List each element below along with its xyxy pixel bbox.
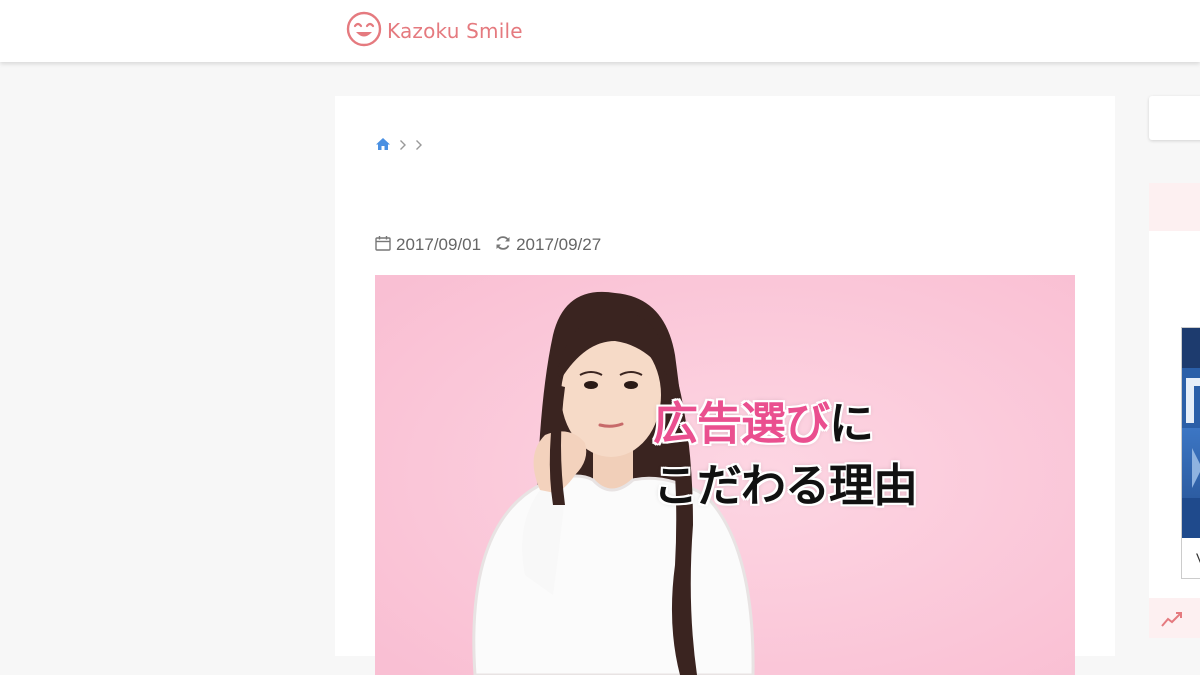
headline-line-1: 広告選びに [653, 393, 917, 455]
chevron-right-icon [399, 136, 407, 155]
banner-graphic [1182, 328, 1200, 538]
smile-logo-icon [346, 11, 382, 51]
headline-line-2: こだわる理由 [653, 459, 918, 512]
featured-image: 広告選びに こだわる理由 [375, 275, 1075, 675]
sidebar-widget-header [1149, 183, 1200, 231]
breadcrumb [375, 136, 423, 154]
sidebar-banner[interactable]: V [1181, 327, 1200, 579]
updated-date-text: 2017/09/27 [516, 235, 602, 254]
updated-date: 2017/09/27 [495, 235, 601, 256]
headline-dark-text: に [829, 397, 874, 450]
hero-headline: 広告選びに こだわる理由 [653, 393, 918, 517]
site-logo[interactable]: Kazoku Smile [346, 11, 523, 51]
sidebar-trend-header [1149, 598, 1200, 638]
trending-up-icon [1161, 610, 1183, 632]
sidebar-search-box[interactable] [1149, 96, 1200, 140]
published-date-text: 2017/09/01 [396, 235, 482, 254]
sidebar-widget: V [1149, 183, 1200, 633]
post-dates: 2017/09/01 2017/09/27 [375, 234, 615, 256]
refresh-icon [495, 235, 511, 256]
banner-caption: V [1182, 538, 1200, 578]
chevron-right-icon [415, 136, 423, 155]
headline-pink-text: 広告選び [653, 397, 830, 450]
calendar-icon [375, 235, 391, 256]
published-date: 2017/09/01 [375, 235, 481, 256]
home-icon[interactable] [375, 136, 391, 155]
article-card: 2017/09/01 2017/09/27 広告選びに こだわる理由 [335, 96, 1115, 675]
logo-text: Kazoku Smile [387, 19, 523, 43]
site-header: Kazoku Smile [0, 0, 1200, 62]
